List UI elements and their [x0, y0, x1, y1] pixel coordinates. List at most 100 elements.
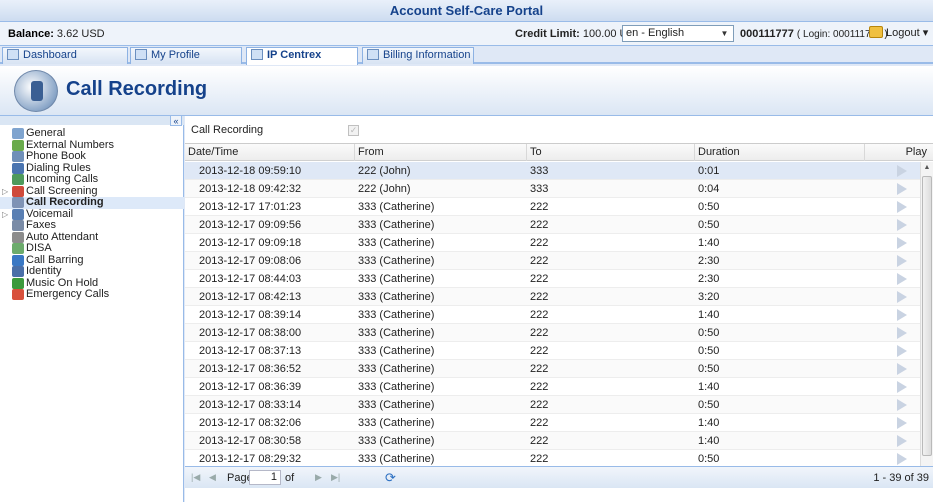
cell-duration: 1:40	[698, 309, 720, 321]
play-icon[interactable]	[897, 363, 907, 375]
cell-to: 222	[530, 237, 549, 249]
credit-label: Credit Limit:	[515, 28, 580, 40]
play-icon[interactable]	[897, 219, 907, 231]
cell-duration: 1:40	[698, 237, 720, 249]
column-header-play[interactable]: Play	[865, 144, 933, 161]
collapse-icon[interactable]: «	[170, 115, 182, 126]
gear-icon	[12, 128, 24, 139]
first-page-icon[interactable]: |◀	[191, 472, 200, 483]
call-recording-checkbox[interactable]: ✓	[348, 125, 359, 136]
cell-from: 333 (Catherine)	[358, 237, 435, 249]
play-icon[interactable]	[897, 435, 907, 447]
table-row[interactable]: 2013-12-17 08:38:00 333 (Catherine) 222 0:5…	[185, 324, 920, 342]
cell-duration: 0:50	[698, 363, 720, 375]
cell-from: 333 (Catherine)	[358, 399, 435, 411]
table-row[interactable]: 2013-12-17 09:08:06 333 (Catherine) 222 2:3…	[185, 252, 920, 270]
table-row[interactable]: 2013-12-17 09:09:56 333 (Catherine) 222 0:5…	[185, 216, 920, 234]
cell-from: 333 (Catherine)	[358, 363, 435, 375]
language-select[interactable]: en - English ▼	[622, 25, 734, 42]
column-header-duration[interactable]: Duration	[695, 144, 865, 161]
cell-datetime: 2013-12-17 09:08:06	[199, 255, 302, 267]
grid-body: 2013-12-18 09:59:10 222 (John) 333 0:01 2013…	[185, 162, 920, 476]
column-header-datetime[interactable]: Date/Time	[185, 144, 355, 161]
cell-to: 222	[530, 345, 549, 357]
tab-billing-information[interactable]: Billing Information	[362, 47, 474, 64]
page-header: Call Recording	[0, 66, 933, 116]
play-icon[interactable]	[897, 345, 907, 357]
expand-icon[interactable]: ▷	[2, 186, 8, 197]
profile-icon	[135, 49, 147, 60]
play-icon[interactable]	[897, 417, 907, 429]
sidebar-item-label: Music On Hold	[26, 276, 99, 289]
lock-icon	[869, 26, 883, 38]
logout-button[interactable]: Logout ▾	[869, 25, 928, 42]
table-row[interactable]: 2013-12-18 09:42:32 222 (John) 333 0:04	[185, 180, 920, 198]
cell-duration: 1:40	[698, 381, 720, 393]
table-row[interactable]: 2013-12-18 09:59:10 222 (John) 333 0:01	[185, 162, 920, 180]
cell-datetime: 2013-12-18 09:42:32	[199, 183, 302, 195]
cell-datetime: 2013-12-17 09:09:56	[199, 219, 302, 231]
play-icon[interactable]	[897, 201, 907, 213]
cell-duration: 0:50	[698, 201, 720, 213]
page-title: Call Recording	[66, 78, 208, 100]
cell-to: 222	[530, 381, 549, 393]
cell-datetime: 2013-12-17 08:39:14	[199, 309, 302, 321]
play-icon[interactable]	[897, 165, 907, 177]
cell-from: 333 (Catherine)	[358, 273, 435, 285]
sidebar-item-label: Identity	[26, 265, 62, 277]
cell-to: 222	[530, 273, 549, 285]
prev-page-icon[interactable]: ◀	[209, 472, 216, 483]
table-row[interactable]: 2013-12-17 08:37:13 333 (Catherine) 222 0:5…	[185, 342, 920, 360]
play-icon[interactable]	[897, 291, 907, 303]
table-row[interactable]: 2013-12-17 08:33:14 333 (Catherine) 222 0:5…	[185, 396, 920, 414]
recordings-grid: Date/Time From To Duration Play 2013-12-…	[185, 143, 933, 476]
play-icon[interactable]	[897, 327, 907, 339]
tab-dashboard[interactable]: Dashboard	[2, 47, 128, 64]
table-row[interactable]: 2013-12-17 08:30:58 333 (Catherine) 222 1:4…	[185, 432, 920, 450]
table-row[interactable]: 2013-12-17 09:09:18 333 (Catherine) 222 1:4…	[185, 234, 920, 252]
expand-icon[interactable]: ▷	[2, 209, 8, 220]
sidebar-item-emergency-calls[interactable]: Emergency Calls	[0, 289, 184, 301]
play-icon[interactable]	[897, 381, 907, 393]
table-row[interactable]: 2013-12-17 08:36:52 333 (Catherine) 222 0:5…	[185, 360, 920, 378]
table-row[interactable]: 2013-12-17 08:42:13 333 (Catherine) 222 3:2…	[185, 288, 920, 306]
tab-label: Dashboard	[23, 49, 77, 61]
logout-label: Logout	[886, 27, 920, 39]
cell-to: 222	[530, 399, 549, 411]
table-row[interactable]: 2013-12-17 08:36:39 333 (Catherine) 222 1:4…	[185, 378, 920, 396]
tab-my-profile[interactable]: My Profile	[130, 47, 242, 64]
cell-duration: 1:40	[698, 435, 720, 447]
column-header-to[interactable]: To	[527, 144, 695, 161]
play-icon[interactable]	[897, 309, 907, 321]
page-input[interactable]: 1	[249, 470, 281, 485]
refresh-icon[interactable]: ⟳	[385, 470, 396, 486]
screening-icon	[12, 185, 24, 197]
cell-to: 222	[530, 219, 549, 231]
tab-label: My Profile	[151, 49, 200, 61]
play-icon[interactable]	[897, 237, 907, 249]
tab-ip-centrex[interactable]: IP Centrex	[246, 47, 358, 65]
last-page-icon[interactable]: ▶|	[331, 472, 340, 483]
play-icon[interactable]	[897, 255, 907, 267]
next-page-icon[interactable]: ▶	[315, 472, 322, 483]
table-row[interactable]: 2013-12-17 17:01:23 333 (Catherine) 222 0:5…	[185, 198, 920, 216]
emergency-icon	[12, 289, 24, 300]
of-label: of	[285, 472, 295, 484]
table-row[interactable]: 2013-12-17 08:32:06 333 (Catherine) 222 1:4…	[185, 414, 920, 432]
table-row[interactable]: 2013-12-17 08:44:03 333 (Catherine) 222 2:3…	[185, 270, 920, 288]
cell-datetime: 2013-12-17 08:32:06	[199, 417, 302, 429]
play-icon[interactable]	[897, 183, 907, 195]
play-icon[interactable]	[897, 399, 907, 411]
play-icon[interactable]	[897, 453, 907, 465]
column-header-from[interactable]: From	[355, 144, 527, 161]
scroll-up-icon[interactable]: ▲	[921, 162, 933, 174]
table-row[interactable]: 2013-12-17 08:39:14 333 (Catherine) 222 1:4…	[185, 306, 920, 324]
cell-datetime: 2013-12-18 09:59:10	[199, 165, 302, 177]
grid-scrollbar[interactable]: ▲ ▼	[920, 162, 933, 476]
centrex-icon	[251, 49, 263, 60]
sidebar-item-label: Incoming Calls	[26, 173, 99, 185]
play-icon[interactable]	[897, 273, 907, 285]
cell-datetime: 2013-12-17 08:36:39	[199, 381, 302, 393]
sidebar-item-label: Phone Book	[26, 150, 86, 162]
scrollbar-thumb[interactable]	[922, 176, 932, 456]
